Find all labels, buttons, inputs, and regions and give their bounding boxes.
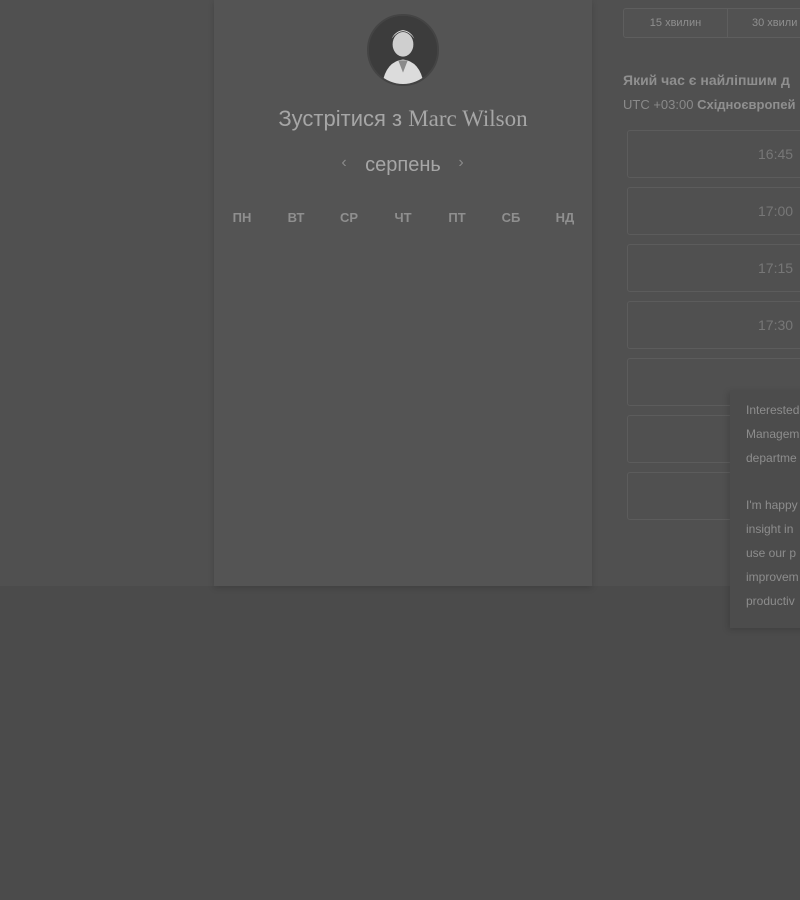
weekday-sun: НД [555,210,575,225]
page-title: Зустрітися з Marc Wilson [214,106,592,132]
time-slot-label: 16:45 [758,146,794,162]
timezone-name: Східноєвропей [697,97,796,112]
popup-line: productiv [746,594,795,608]
time-slot[interactable]: 16:45 [627,130,800,178]
weekday-mon: ПН [232,210,252,225]
weekday-wed: СР [339,210,359,225]
chevron-right-icon[interactable]: › [452,154,470,172]
popup-line [730,470,800,493]
weekday-header: ПН ВТ СР ЧТ ПТ СБ НД [214,210,592,230]
popup-line: departme [746,451,797,465]
weekday-sat: СБ [501,210,521,225]
popup-line: insight in [746,522,794,536]
host-name: Marc Wilson [408,106,528,131]
tab-30-min[interactable]: 30 хвили [728,9,800,37]
time-slot-label: 17:30 [758,317,794,333]
weekday-tue: ВТ [287,210,305,225]
page: Зустрітися з Marc Wilson ‹ серпень › ПН … [0,0,800,900]
avatar [367,14,439,86]
avatar-photo [369,16,437,84]
month-navigator: ‹ серпень › [214,150,592,180]
timezone-label: UTC +03:00 Східноєвропей [623,97,795,112]
time-slot-label: 17:00 [758,203,794,219]
title-prefix: Зустрітися з [278,106,403,131]
info-popup: Interested Managem departme I'm happy in… [730,390,800,628]
popup-line: use our p [746,546,797,560]
host-card [214,0,592,586]
time-slot-label: 17:15 [758,260,794,276]
time-slot[interactable]: 17:30 [627,301,800,349]
timezone-offset: UTC +03:00 [623,97,694,112]
popup-line: Interested [746,403,800,417]
weekday-thu: ЧТ [394,210,412,225]
popup-line: I'm happy [746,498,798,512]
chevron-left-icon[interactable]: ‹ [335,154,353,172]
weekday-fri: ПТ [448,210,466,225]
time-question: Який час є найліпшим д [623,72,790,88]
tab-15-min[interactable]: 15 хвилин [624,9,727,37]
month-label: серпень [365,154,441,176]
time-slot[interactable]: 17:00 [627,187,800,235]
popup-line: Managem [746,427,800,441]
popup-line: improvem [746,570,799,584]
duration-tabs: 15 хвилин 30 хвили [623,8,800,38]
time-slot[interactable]: 17:15 [627,244,800,292]
